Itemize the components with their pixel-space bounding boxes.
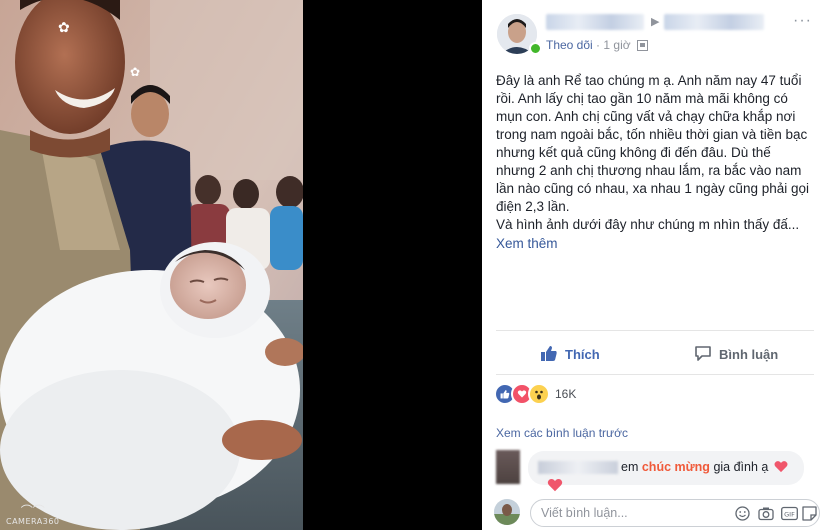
post-line: Đây là anh Rể tao chúng m ạ. Anh năm nay…	[496, 73, 802, 88]
like-thumb-icon	[540, 344, 558, 365]
post-photo[interactable]: ✿ ✿ ⌒⌒ CAMERA360	[0, 0, 303, 530]
commenter-avatar[interactable]	[496, 450, 520, 484]
divider	[496, 374, 814, 375]
reaction-count: 16K	[555, 387, 577, 401]
post-line: rồi. Anh lấy chị tao gần 10 năm mà mãi k…	[496, 91, 788, 106]
sticker-icon[interactable]	[802, 506, 817, 526]
post-line: mụn con. Anh chị cũng vất vả chạy chữa k…	[496, 109, 796, 124]
post-time[interactable]: 1 giờ	[603, 38, 630, 52]
author-name-redacted[interactable]	[546, 14, 644, 30]
comment-bubble-icon	[694, 344, 712, 365]
post-line: nhưng 2 anh chị thương nhau lắm, ra bắc …	[496, 163, 802, 178]
comment-label: Bình luận	[719, 347, 779, 362]
like-label: Thích	[565, 347, 600, 362]
follow-button[interactable]: Theo dõi	[546, 38, 593, 52]
online-status-dot	[529, 42, 542, 55]
see-more-link[interactable]: Xem thêm	[496, 236, 558, 251]
svg-text:GIF: GIF	[784, 511, 795, 519]
post-line: lần nào cũng có nhau, xa nhau 1 ngày cũn…	[496, 181, 809, 196]
post-text: Đây là anh Rể tao chúng m ạ. Anh năm nay…	[496, 72, 814, 234]
reactions-summary[interactable]: 16K	[494, 383, 576, 405]
meta-separator: ·	[596, 38, 601, 52]
comment-input[interactable]: Viết bình luận... GIF	[530, 499, 820, 527]
post-line: điện 2,3 lần.	[496, 199, 570, 214]
svg-text:✿: ✿	[130, 65, 140, 79]
wow-reaction-icon	[528, 383, 550, 405]
gif-icon[interactable]: GIF	[781, 506, 798, 526]
camera360-logo-icon: ⌒⌒	[20, 504, 45, 518]
camera-icon[interactable]	[758, 506, 774, 526]
comment-button[interactable]: Bình luận	[694, 344, 778, 365]
heart-icon	[774, 460, 788, 476]
comment-composer: Viết bình luận... GIF	[482, 494, 824, 530]
emoji-icon[interactable]	[735, 506, 750, 526]
svg-text:✿: ✿	[58, 20, 70, 36]
shared-to-arrow-icon: ▶	[651, 16, 660, 28]
group-name-redacted[interactable]	[664, 14, 764, 30]
post-meta: Theo dõi · 1 giờ	[546, 38, 648, 54]
comment-input-placeholder: Viết bình luận...	[541, 506, 628, 520]
photo-watermark: CAMERA360	[6, 517, 60, 526]
photo-letterbox	[303, 0, 482, 530]
post-line: nhưng kết quả cũng không đi đến đâu. Dù …	[496, 145, 771, 160]
comment-text-before: em	[621, 460, 639, 474]
photo-illustration: ✿ ✿	[0, 0, 303, 530]
comment-highlight: chúc mừng	[641, 460, 710, 474]
post-line: trong nam ngoài bắc, tốn nhiều thời gian…	[496, 127, 808, 142]
commenter-name-redacted[interactable]	[538, 461, 618, 474]
like-button[interactable]: Thích	[540, 344, 600, 365]
comment-text-after: gia đình ạ	[713, 460, 769, 474]
globe-icon	[636, 40, 648, 54]
current-user-avatar[interactable]	[494, 499, 520, 525]
divider	[496, 330, 814, 331]
post-panel: ▶ Theo dõi · 1 giờ ··· Đây là anh Rể tao…	[482, 0, 824, 530]
more-dots-icon[interactable]: ···	[793, 12, 812, 30]
post-line: Và hình ảnh dưới đây như chúng m nhìn th…	[496, 217, 800, 232]
comment-text: em chúc mừng gia đình ạ	[621, 460, 788, 476]
previous-comments-link[interactable]: Xem các bình luận trước	[496, 426, 628, 440]
